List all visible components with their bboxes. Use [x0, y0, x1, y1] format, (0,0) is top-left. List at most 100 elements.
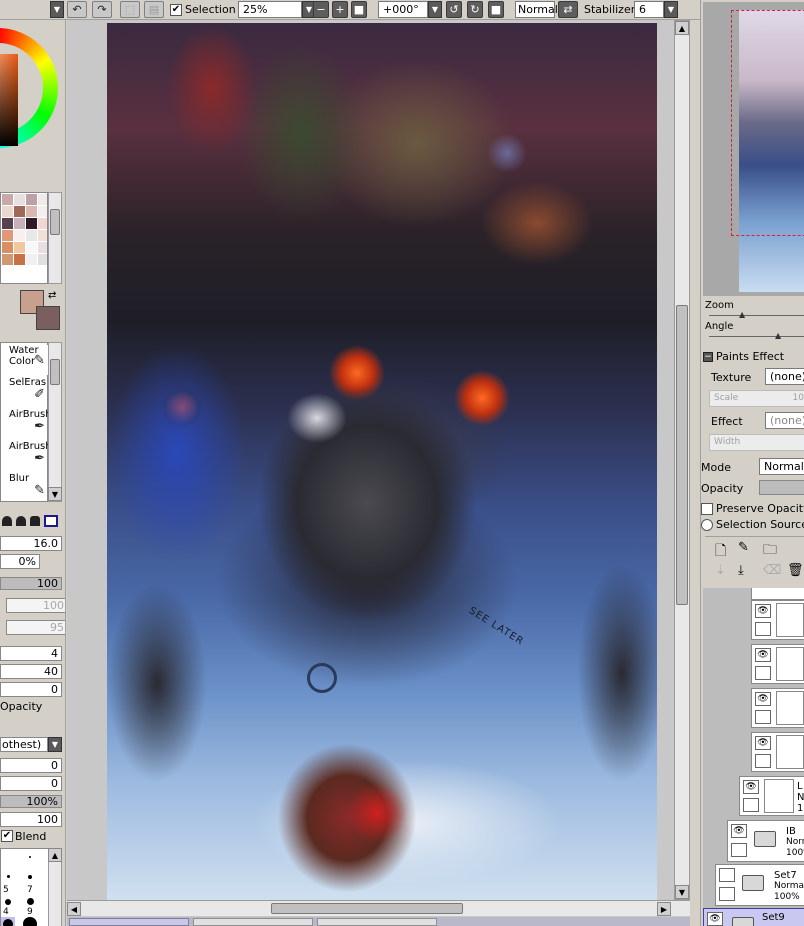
stabilizer-field[interactable]: 6: [634, 1, 664, 18]
swap-colors-icon[interactable]: ⇄: [48, 290, 56, 301]
preserve-opacity-checkbox[interactable]: [701, 503, 713, 515]
new-linework-layer-icon[interactable]: ✎: [738, 540, 749, 555]
density-slider[interactable]: 100: [0, 577, 62, 590]
texture-field[interactable]: (none): [765, 368, 804, 385]
value-field-100[interactable]: 100: [0, 812, 62, 827]
menu-dropdown-button[interactable]: ▼: [50, 1, 64, 18]
tool-blur[interactable]: Blur ✎: [3, 473, 49, 501]
tool-airbrush-1[interactable]: AirBrush ✒: [3, 409, 52, 439]
value-field-4[interactable]: 4: [0, 646, 62, 661]
invert-selection-button[interactable]: ▤: [144, 1, 164, 18]
rotation-field[interactable]: +000°: [378, 1, 428, 18]
brush-size-field[interactable]: 16.0: [0, 536, 62, 551]
blend-mode-field[interactable]: Normal: [515, 1, 558, 18]
merge-down-icon[interactable]: ⤓: [738, 563, 744, 578]
folder-row-set7[interactable]: Set7 Normal 100%: [715, 864, 804, 906]
folder-icon: [742, 875, 764, 891]
layer-row[interactable]: 👁: [751, 644, 804, 684]
nav-angle-slider[interactable]: ▲: [703, 330, 804, 342]
opacity-label: Opacity: [0, 700, 43, 713]
rotation-dropdown-button[interactable]: ▼: [428, 1, 442, 18]
eye-icon[interactable]: 👁: [755, 604, 771, 618]
tool-water-color[interactable]: Water Color ✎: [3, 345, 49, 375]
stabilizer-dropdown-button[interactable]: ▼: [664, 1, 678, 18]
transfer-down-icon[interactable]: ⇣: [715, 563, 726, 578]
layer-thumbnail: [776, 647, 804, 681]
document-tabs[interactable]: [67, 917, 690, 926]
layer-panel: Zoom ▲ Angle ▲ − Paints Effect Texture (…: [700, 0, 804, 926]
layer-list[interactable]: 👁 👁 👁 👁 👁 L N 1 👁 IB Norr 100 Set7 Norma…: [703, 588, 804, 926]
canvas-viewport[interactable]: SEE LATER ▲ ▼ ◀ ▶: [67, 20, 690, 926]
color-swatches[interactable]: [0, 192, 48, 284]
value-field-0a[interactable]: 0: [0, 682, 62, 697]
percent-slider[interactable]: 100%: [0, 795, 62, 808]
eye-icon[interactable]: 👁: [731, 824, 747, 838]
document-tab[interactable]: [193, 918, 313, 926]
layer-row[interactable]: [751, 588, 804, 600]
layer-opacity-slider[interactable]: [759, 480, 804, 495]
saturation-value-box[interactable]: [0, 54, 18, 146]
eye-icon[interactable]: 👁: [755, 736, 771, 750]
tool-selection-eraser[interactable]: SelEras ✐: [3, 377, 49, 407]
layer-row[interactable]: 👁: [751, 688, 804, 728]
collapse-icon[interactable]: −: [703, 352, 713, 362]
brush-preset-scrollbar[interactable]: ▲: [48, 848, 62, 926]
canvas-horizontal-scrollbar[interactable]: ◀ ▶: [67, 900, 690, 916]
layer-mode-field[interactable]: Normal: [759, 458, 804, 475]
zoom-in-button[interactable]: +: [332, 1, 348, 18]
blend-checkbox[interactable]: ✔: [1, 830, 13, 842]
eye-icon[interactable]: 👁: [743, 780, 759, 794]
zoom-reset-button[interactable]: ■: [351, 1, 367, 18]
layer-row-l[interactable]: 👁 L N 1: [739, 776, 804, 816]
effect-field[interactable]: (none): [765, 412, 804, 429]
value-field-0b[interactable]: 0: [0, 758, 62, 773]
undo-button[interactable]: ↶: [67, 1, 87, 18]
new-folder-icon[interactable]: 🗀: [763, 539, 777, 563]
eye-icon[interactable]: 👁: [707, 912, 723, 926]
zoom-field[interactable]: 25%: [238, 1, 302, 18]
brush-shape-selector[interactable]: [0, 512, 62, 528]
zoom-out-button[interactable]: −: [313, 1, 329, 18]
eye-icon[interactable]: 👁: [755, 648, 771, 662]
mode-label: Mode: [701, 461, 731, 474]
slider-handle-icon[interactable]: ▲: [775, 331, 781, 340]
redo-button[interactable]: ↷: [92, 1, 112, 18]
selection-source-radio[interactable]: [701, 519, 713, 531]
flip-horizontal-button[interactable]: ⇄: [558, 1, 578, 18]
document-tab-active[interactable]: [69, 918, 189, 926]
tool-list-scrollbar[interactable]: ▼: [48, 342, 62, 502]
rotate-right-icon: ↻: [470, 3, 480, 16]
swatch-scrollbar[interactable]: [48, 192, 62, 284]
texture-label: Texture: [711, 371, 752, 384]
value-field-0c[interactable]: 0: [0, 776, 62, 791]
nav-zoom-slider[interactable]: ▲: [703, 309, 804, 321]
rotate-reset-button[interactable]: ■: [488, 1, 504, 18]
selection-checkbox[interactable]: ✔: [170, 4, 182, 16]
folder-row-ib[interactable]: 👁 IB Norr 100%: [727, 820, 804, 862]
rotate-right-button[interactable]: ↻: [467, 1, 483, 18]
tool-airbrush-2[interactable]: AirBrush ✒: [3, 441, 52, 471]
texture-mode-dropdown[interactable]: ▼: [48, 737, 62, 752]
paint-tool-sai-window: ▼ ↶ ↷ ⬚ ▤ ✔ Selection 25% ▼ − + ■ +000° …: [0, 0, 804, 926]
layer-toolbar: 🗋 ✎ 🗀 ⇣ ⤓ ⌫ 🗑: [705, 536, 804, 586]
layer-row[interactable]: 👁: [751, 732, 804, 772]
navigator-preview[interactable]: [703, 2, 804, 296]
value-field-40[interactable]: 40: [0, 664, 62, 679]
airbrush-icon: ✒: [34, 419, 45, 434]
navigator-view-rect[interactable]: [731, 10, 804, 236]
deselect-button[interactable]: ⬚: [120, 1, 140, 18]
min-size-field[interactable]: 0%: [0, 554, 40, 569]
new-layer-icon[interactable]: 🗋: [715, 540, 726, 564]
canvas-vertical-scrollbar[interactable]: ▲ ▼: [674, 20, 690, 900]
clear-layer-icon[interactable]: ⌫: [763, 563, 781, 578]
document-tab[interactable]: [317, 918, 437, 926]
folder-row-set9[interactable]: 👁 Set9: [703, 908, 804, 926]
layer-row[interactable]: 👁: [751, 600, 804, 640]
rotate-left-button[interactable]: ↺: [446, 1, 462, 18]
delete-layer-icon[interactable]: 🗑: [787, 563, 804, 578]
eye-icon[interactable]: 👁: [755, 692, 771, 706]
texture-mode-field[interactable]: othest): [0, 737, 48, 752]
background-color[interactable]: [36, 306, 60, 330]
artwork-canvas[interactable]: SEE LATER: [107, 23, 657, 900]
slider-handle-icon[interactable]: ▲: [739, 310, 745, 319]
